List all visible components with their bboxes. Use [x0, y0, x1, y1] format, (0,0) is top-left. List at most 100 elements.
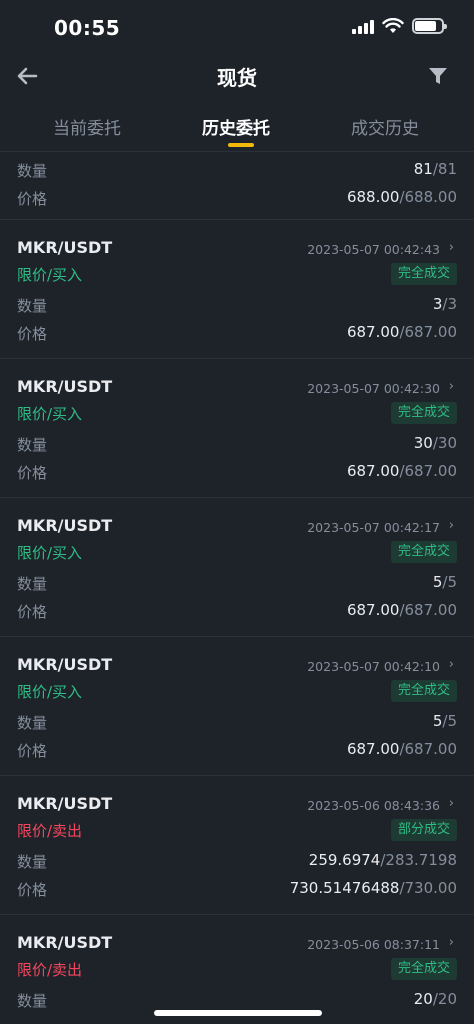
price-value: 687.00/687.00: [347, 462, 457, 480]
qty-label: 数量: [17, 436, 48, 454]
home-indicator[interactable]: [154, 1010, 322, 1016]
status-badge: 完全成交: [390, 680, 457, 702]
order-type: 限价/买入: [17, 266, 83, 284]
order-card[interactable]: 数量 81/81 价格 688.00/688.00: [0, 153, 474, 220]
qty-total: /20: [432, 990, 457, 1008]
price-total: /687.00: [399, 323, 457, 341]
order-list[interactable]: 数量 81/81 价格 688.00/688.00 MKR/USDT 2023-…: [0, 153, 474, 1024]
order-type: 限价/卖出: [17, 822, 83, 840]
qty-total: /5: [442, 573, 457, 591]
qty-value: 5/5: [433, 573, 457, 591]
chevron-right-icon: ›: [448, 518, 454, 533]
qty-label: 数量: [17, 992, 48, 1010]
qty-value: 30/30: [414, 434, 457, 452]
price-value: 687.00/687.00: [347, 740, 457, 758]
qty-label: 数量: [17, 714, 48, 732]
order-time: 2023-05-07 00:42:17: [307, 520, 440, 535]
qty-total: /283.7198: [380, 851, 457, 869]
order-card[interactable]: MKR/USDT 2023-05-07 00:42:17 › 限价/买入 完全成…: [0, 498, 474, 637]
qty-filled: 3: [432, 295, 443, 313]
order-type: 限价/买入: [17, 544, 83, 562]
chevron-right-icon: ›: [448, 240, 454, 255]
price-value: 687.00/687.00: [347, 323, 457, 341]
price-filled: 730.51476488: [289, 879, 400, 897]
order-card[interactable]: MKR/USDT 2023-05-07 00:42:10 › 限价/买入 完全成…: [0, 637, 474, 776]
price-total: /730.00: [399, 879, 457, 897]
page-title: 现货: [217, 66, 257, 90]
price-label: 价格: [17, 325, 48, 343]
price-total: /688.00: [399, 188, 457, 206]
chevron-right-icon: ›: [448, 935, 454, 950]
price-filled: 688.00: [346, 188, 400, 206]
price-total: /687.00: [399, 462, 457, 480]
qty-value: 5/5: [433, 712, 457, 730]
order-card[interactable]: MKR/USDT 2023-05-06 08:37:11 › 限价/卖出 完全成…: [0, 915, 474, 1024]
status-badge: 完全成交: [390, 402, 457, 424]
status-badge: 完全成交: [390, 263, 457, 285]
qty-filled: 30: [413, 434, 433, 452]
status-bar: 00:55: [0, 0, 474, 56]
price-label: 价格: [17, 881, 48, 899]
order-time: 2023-05-06 08:43:36: [307, 798, 440, 813]
price-value: 687.00/687.00: [347, 601, 457, 619]
order-type: 限价/买入: [17, 683, 83, 701]
order-time: 2023-05-06 08:37:11: [307, 937, 440, 952]
order-card[interactable]: MKR/USDT 2023-05-06 08:43:36 › 限价/卖出 部分成…: [0, 776, 474, 915]
qty-value: 259.6974/283.7198: [309, 851, 457, 869]
qty-filled: 5: [432, 712, 443, 730]
order-card[interactable]: MKR/USDT 2023-05-07 00:42:43 › 限价/买入 完全成…: [0, 220, 474, 359]
battery-fill: [415, 21, 436, 31]
qty-label: 数量: [17, 575, 48, 593]
order-pair: MKR/USDT: [17, 516, 113, 535]
screen: 00:55 现货 当前委托 历史委托 成交历史 数量 81/81 价格 688.…: [0, 0, 474, 1024]
qty-filled: 259.6974: [308, 851, 381, 869]
order-time: 2023-05-07 00:42:43: [307, 242, 440, 257]
battery-icon: [412, 18, 447, 34]
order-time: 2023-05-07 00:42:30: [307, 381, 440, 396]
price-filled: 687.00: [346, 462, 400, 480]
qty-filled: 5: [432, 573, 443, 591]
qty-total: /30: [432, 434, 457, 452]
qty-filled: 81: [413, 160, 433, 178]
price-filled: 687.00: [346, 740, 400, 758]
order-type: 限价/卖出: [17, 961, 83, 979]
chevron-right-icon: ›: [448, 796, 454, 811]
status-badge: 部分成交: [390, 819, 457, 841]
order-card[interactable]: MKR/USDT 2023-05-07 00:42:30 › 限价/买入 完全成…: [0, 359, 474, 498]
wifi-icon: [382, 18, 404, 33]
price-total: /687.00: [399, 601, 457, 619]
chevron-right-icon: ›: [448, 379, 454, 394]
price-label: 价格: [17, 603, 48, 621]
status-icons: [352, 18, 447, 34]
price-filled: 687.00: [346, 323, 400, 341]
price-label: 价格: [17, 464, 48, 482]
status-badge: 完全成交: [390, 958, 457, 980]
order-time: 2023-05-07 00:42:10: [307, 659, 440, 674]
tab-open-orders[interactable]: 当前委托: [53, 114, 121, 139]
chevron-right-icon: ›: [448, 657, 454, 672]
order-pair: MKR/USDT: [17, 794, 113, 813]
status-time: 00:55: [54, 16, 121, 40]
price-label: 价格: [17, 190, 48, 208]
order-pair: MKR/USDT: [17, 377, 113, 396]
price-label: 价格: [17, 742, 48, 760]
qty-value: 3/3: [433, 295, 457, 313]
funnel-icon[interactable]: [426, 64, 450, 88]
tab-trade-history[interactable]: 成交历史: [351, 114, 419, 139]
status-badge: 完全成交: [390, 541, 457, 563]
qty-label: 数量: [17, 853, 48, 871]
qty-value: 20/20: [414, 990, 457, 1008]
price-total: /687.00: [399, 740, 457, 758]
qty-total: /5: [442, 712, 457, 730]
price-value: 730.51476488/730.00: [290, 879, 457, 897]
qty-total: /3: [442, 295, 457, 313]
active-tab-indicator: [228, 143, 254, 147]
header: 现货: [0, 56, 474, 98]
tab-order-history[interactable]: 历史委托: [202, 114, 270, 139]
order-pair: MKR/USDT: [17, 655, 113, 674]
qty-filled: 20: [413, 990, 433, 1008]
qty-label: 数量: [17, 162, 48, 180]
qty-value: 81/81: [414, 160, 457, 178]
price-value: 688.00/688.00: [347, 188, 457, 206]
qty-total: /81: [432, 160, 457, 178]
